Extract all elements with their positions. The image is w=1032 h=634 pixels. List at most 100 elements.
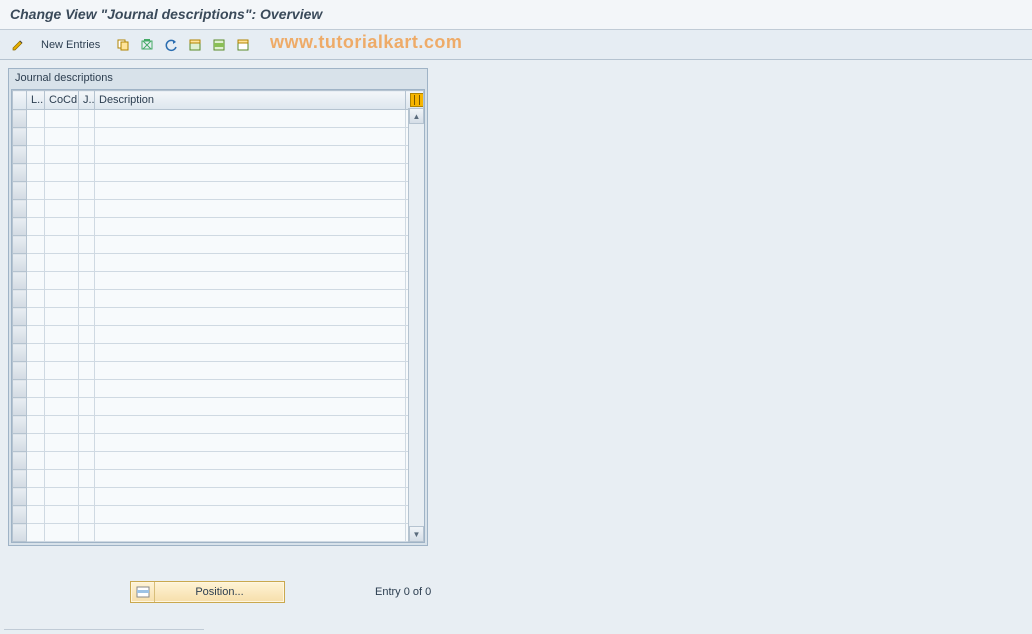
row-selector[interactable]	[13, 164, 27, 182]
row-selector[interactable]	[13, 272, 27, 290]
scroll-up-button[interactable]: ▲	[409, 108, 424, 124]
table-row[interactable]	[13, 200, 424, 218]
table-row[interactable]	[13, 344, 424, 362]
table-row[interactable]	[13, 488, 424, 506]
column-header-l[interactable]: L..	[27, 91, 45, 110]
table-row[interactable]	[13, 290, 424, 308]
cell[interactable]	[27, 380, 45, 398]
cell[interactable]	[79, 506, 95, 524]
table-row[interactable]	[13, 128, 424, 146]
cell[interactable]	[27, 254, 45, 272]
table-row[interactable]	[13, 164, 424, 182]
row-selector[interactable]	[13, 182, 27, 200]
cell[interactable]	[95, 434, 406, 452]
table-row[interactable]	[13, 236, 424, 254]
cell[interactable]	[95, 344, 406, 362]
cell[interactable]	[95, 362, 406, 380]
cell[interactable]	[27, 146, 45, 164]
row-selector[interactable]	[13, 416, 27, 434]
cell[interactable]	[79, 416, 95, 434]
row-selector[interactable]	[13, 452, 27, 470]
row-selector[interactable]	[13, 398, 27, 416]
cell[interactable]	[95, 416, 406, 434]
column-header-cocd[interactable]: CoCd	[45, 91, 79, 110]
cell[interactable]	[27, 470, 45, 488]
cell[interactable]	[27, 506, 45, 524]
vertical-scrollbar[interactable]: ▲ ▼	[408, 108, 424, 542]
cell[interactable]	[45, 110, 79, 128]
cell[interactable]	[95, 272, 406, 290]
row-selector[interactable]	[13, 236, 27, 254]
cell[interactable]	[45, 416, 79, 434]
cell[interactable]	[45, 236, 79, 254]
cell[interactable]	[45, 452, 79, 470]
cell[interactable]	[45, 146, 79, 164]
cell[interactable]	[27, 524, 45, 542]
cell[interactable]	[45, 470, 79, 488]
cell[interactable]	[45, 272, 79, 290]
row-selector[interactable]	[13, 146, 27, 164]
table-row[interactable]	[13, 416, 424, 434]
cell[interactable]	[95, 164, 406, 182]
cell[interactable]	[79, 272, 95, 290]
cell[interactable]	[45, 344, 79, 362]
cell[interactable]	[27, 200, 45, 218]
cell[interactable]	[27, 398, 45, 416]
row-selector[interactable]	[13, 128, 27, 146]
table-row[interactable]	[13, 380, 424, 398]
cell[interactable]	[27, 434, 45, 452]
cell[interactable]	[79, 524, 95, 542]
row-selector[interactable]	[13, 254, 27, 272]
select-block-button[interactable]: select-block-icon	[209, 35, 229, 55]
cell[interactable]	[45, 398, 79, 416]
table-row[interactable]	[13, 326, 424, 344]
column-header-description[interactable]: Description	[95, 91, 406, 110]
cell[interactable]	[95, 488, 406, 506]
cell[interactable]	[79, 182, 95, 200]
cell[interactable]	[45, 434, 79, 452]
cell[interactable]	[27, 128, 45, 146]
cell[interactable]	[79, 488, 95, 506]
cell[interactable]	[45, 308, 79, 326]
table-row[interactable]	[13, 434, 424, 452]
cell[interactable]	[95, 398, 406, 416]
cell[interactable]	[45, 362, 79, 380]
cell[interactable]	[27, 326, 45, 344]
cell[interactable]	[95, 236, 406, 254]
cell[interactable]	[95, 308, 406, 326]
row-selector[interactable]	[13, 362, 27, 380]
scroll-down-button[interactable]: ▼	[409, 526, 424, 542]
table-row[interactable]	[13, 146, 424, 164]
cell[interactable]	[95, 218, 406, 236]
column-header-selector[interactable]	[13, 91, 27, 110]
row-selector[interactable]	[13, 200, 27, 218]
cell[interactable]	[45, 164, 79, 182]
cell[interactable]	[79, 380, 95, 398]
row-selector[interactable]	[13, 470, 27, 488]
cell[interactable]	[79, 344, 95, 362]
cell[interactable]	[27, 416, 45, 434]
cell[interactable]	[45, 254, 79, 272]
select-all-button[interactable]: select-all-icon	[185, 35, 205, 55]
cell[interactable]	[95, 110, 406, 128]
cell[interactable]	[45, 326, 79, 344]
cell[interactable]	[45, 182, 79, 200]
table-row[interactable]	[13, 272, 424, 290]
cell[interactable]	[95, 524, 406, 542]
table-row[interactable]	[13, 470, 424, 488]
table-row[interactable]	[13, 362, 424, 380]
column-header-j[interactable]: J..	[79, 91, 95, 110]
deselect-all-button[interactable]: deselect-icon	[233, 35, 253, 55]
cell[interactable]	[79, 146, 95, 164]
cell[interactable]	[79, 200, 95, 218]
copy-as-button[interactable]: copy-icon	[113, 35, 133, 55]
cell[interactable]	[45, 128, 79, 146]
cell[interactable]	[95, 290, 406, 308]
table-row[interactable]	[13, 452, 424, 470]
cell[interactable]	[27, 110, 45, 128]
cell[interactable]	[95, 146, 406, 164]
cell[interactable]	[95, 380, 406, 398]
cell[interactable]	[27, 164, 45, 182]
cell[interactable]	[79, 290, 95, 308]
cell[interactable]	[79, 110, 95, 128]
